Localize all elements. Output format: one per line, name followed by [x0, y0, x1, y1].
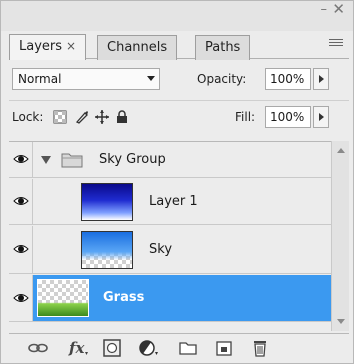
- layer-row-sky-group[interactable]: Sky Group: [9, 142, 331, 178]
- blend-mode-select[interactable]: Normal: [12, 68, 160, 90]
- tab-close-icon[interactable]: ×: [66, 39, 76, 53]
- layer-thumbnail: [81, 231, 133, 269]
- layers-toolbar: fx: [9, 333, 349, 361]
- lock-image-pixels-icon[interactable]: [75, 110, 89, 124]
- panel-menu-icon[interactable]: [329, 39, 343, 51]
- add-mask-icon[interactable]: [101, 338, 123, 358]
- new-layer-icon[interactable]: [213, 338, 235, 358]
- layer-row-sky[interactable]: Sky: [9, 226, 331, 274]
- expand-triangle-icon[interactable]: [41, 156, 51, 164]
- eye-icon: [13, 245, 29, 253]
- scroll-up-icon[interactable]: [337, 148, 345, 153]
- minimize-button[interactable]: –: [321, 3, 328, 17]
- layer-name: Grass: [103, 290, 145, 305]
- layer-thumbnail: [37, 279, 89, 317]
- tab-layers[interactable]: Layers ×: [9, 34, 87, 60]
- layer-thumbnail: [81, 183, 133, 221]
- layer-name: Sky Group: [99, 152, 166, 167]
- visibility-toggle[interactable]: [9, 275, 33, 321]
- opacity-field[interactable]: 100%: [265, 68, 311, 90]
- lock-all-icon[interactable]: [115, 110, 129, 124]
- visibility-toggle[interactable]: [9, 226, 33, 273]
- opacity-label: Opacity:: [197, 72, 247, 86]
- eye-icon: [13, 155, 29, 163]
- panel-titlebar: – ✕: [1, 1, 353, 31]
- blend-mode-value: Normal: [18, 72, 62, 86]
- layer-name: Sky: [149, 242, 173, 257]
- tab-channels[interactable]: Channels: [97, 35, 178, 60]
- scroll-down-icon[interactable]: [337, 319, 345, 324]
- opacity-slider-button[interactable]: [313, 68, 329, 90]
- panel-tabs: Layers × Channels Paths: [9, 31, 349, 60]
- lock-transparent-pixels-icon[interactable]: [53, 110, 67, 124]
- layer-row-layer-1[interactable]: Layer 1: [9, 179, 331, 225]
- folder-icon: [61, 153, 83, 168]
- layers-list: Sky Group Layer 1 Sky Grass: [9, 141, 331, 331]
- visibility-toggle[interactable]: [9, 179, 33, 224]
- visibility-toggle[interactable]: [9, 142, 33, 177]
- fill-field[interactable]: 100%: [265, 106, 311, 128]
- layer-name: Layer 1: [149, 194, 198, 209]
- layers-panel: – ✕ Layers × Channels Paths Normal Opacit…: [0, 0, 354, 364]
- lock-label: Lock:: [12, 110, 44, 124]
- blend-row: Normal Opacity: 100%: [9, 65, 349, 95]
- layer-row-grass[interactable]: Grass: [9, 275, 331, 322]
- layers-scrollbar[interactable]: [331, 141, 349, 331]
- new-group-icon[interactable]: [177, 338, 199, 358]
- eye-icon: [13, 197, 29, 205]
- close-button[interactable]: ✕: [332, 1, 345, 17]
- eye-icon: [13, 294, 29, 302]
- fill-label: Fill:: [235, 110, 256, 124]
- fill-slider-button[interactable]: [313, 106, 329, 128]
- tab-paths-label: Paths: [205, 40, 241, 55]
- svg-text:fx: fx: [68, 339, 85, 357]
- lock-row: Lock: Fill: 100%: [9, 100, 349, 132]
- delete-layer-icon[interactable]: [249, 338, 271, 358]
- layer-style-icon[interactable]: fx: [67, 338, 89, 358]
- adjustment-layer-icon[interactable]: [137, 338, 159, 358]
- lock-position-icon[interactable]: [95, 110, 109, 124]
- tab-channels-label: Channels: [107, 40, 168, 55]
- tab-paths[interactable]: Paths: [195, 35, 251, 60]
- chevron-down-icon: [147, 76, 155, 81]
- link-layers-icon[interactable]: [27, 338, 49, 358]
- tab-layers-label: Layers: [19, 39, 63, 54]
